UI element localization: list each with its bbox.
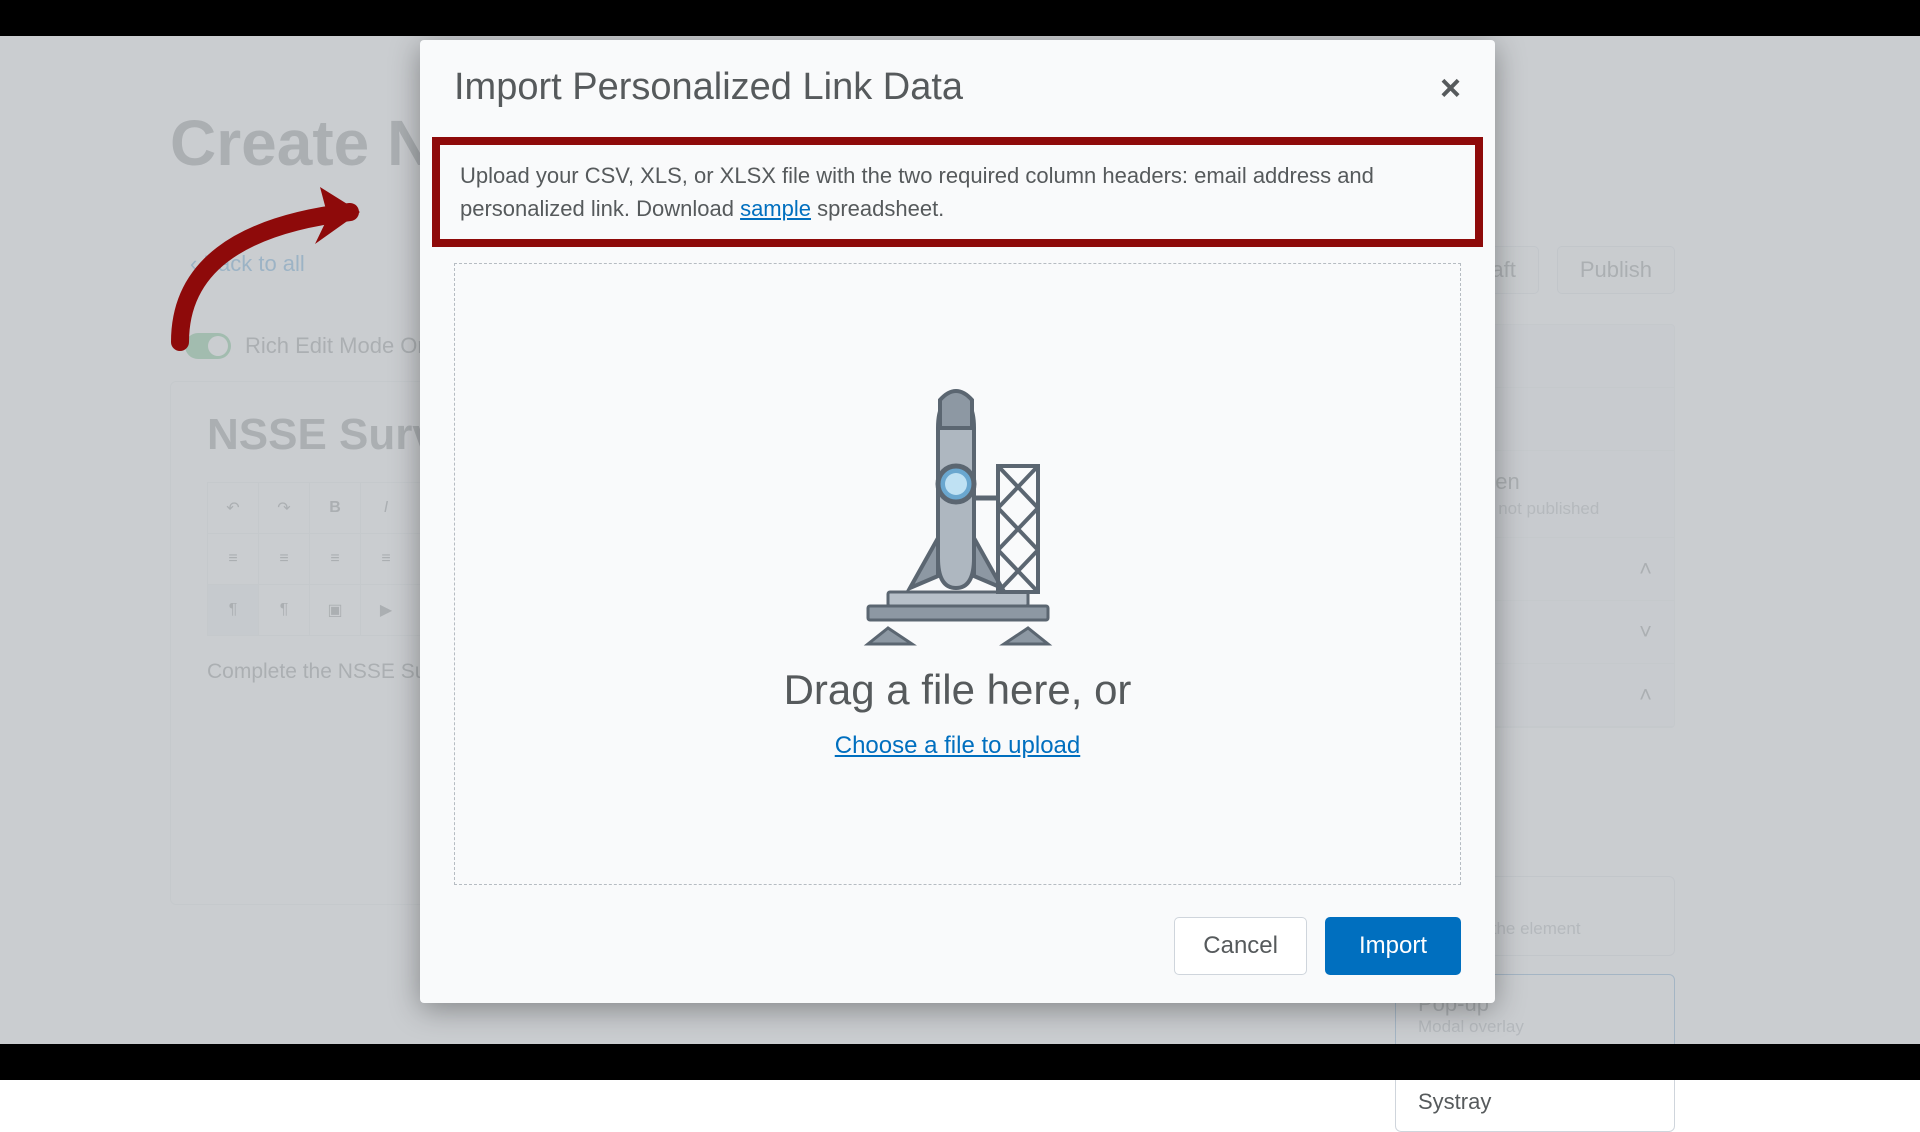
letterbox-bottom bbox=[0, 1044, 1920, 1080]
option-systray[interactable]: Systray bbox=[1395, 1072, 1675, 1132]
cancel-button[interactable]: Cancel bbox=[1174, 917, 1307, 975]
rocket-icon bbox=[828, 388, 1088, 648]
instruction-callout: Upload your CSV, XLS, or XLSX file with … bbox=[432, 137, 1483, 247]
dropzone-text: Drag a file here, or bbox=[784, 666, 1132, 714]
annotation-arrow-icon bbox=[160, 172, 420, 352]
modal-title: Import Personalized Link Data bbox=[454, 66, 963, 109]
sample-link[interactable]: sample bbox=[740, 196, 811, 221]
import-modal: Import Personalized Link Data × Upload y… bbox=[420, 40, 1495, 1003]
instruction-text-post: spreadsheet. bbox=[811, 196, 944, 221]
choose-file-link[interactable]: Choose a file to upload bbox=[835, 732, 1081, 760]
letterbox-top bbox=[0, 0, 1920, 36]
close-icon[interactable]: × bbox=[1440, 70, 1461, 106]
import-button[interactable]: Import bbox=[1325, 917, 1461, 975]
file-dropzone[interactable]: Drag a file here, or Choose a file to up… bbox=[454, 263, 1461, 885]
